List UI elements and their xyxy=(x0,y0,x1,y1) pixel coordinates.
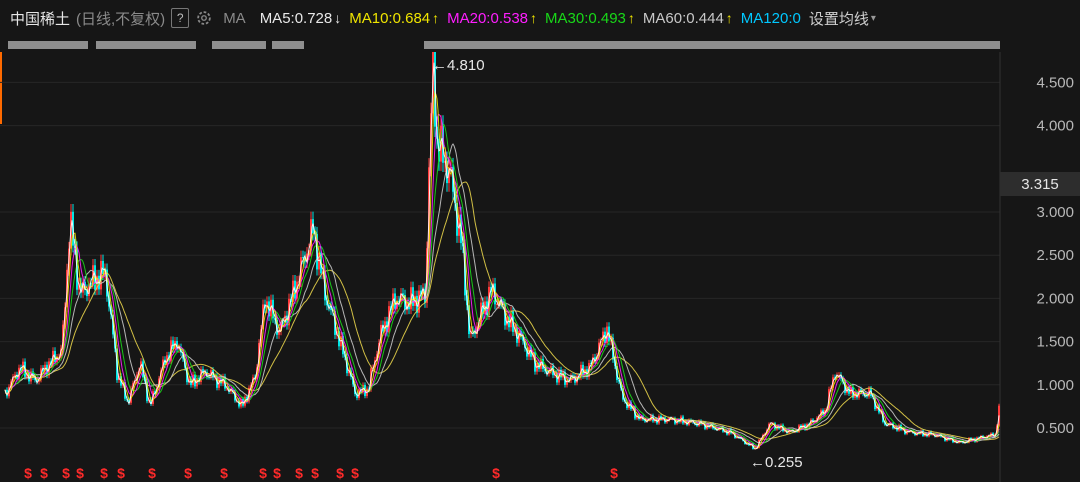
arrow-up-icon: ↑ xyxy=(432,10,440,26)
dividend-marker[interactable]: $ xyxy=(148,465,156,481)
ma-item-2: MA20:0.538 ↑ xyxy=(447,10,537,27)
masked-text-2 xyxy=(212,41,266,49)
ma-value: MA120:0 xyxy=(740,9,801,27)
price-tick-label: 2.500 xyxy=(1036,247,1074,264)
masked-text-1 xyxy=(96,41,196,49)
dividend-marker[interactable]: $ xyxy=(311,465,319,481)
ma-settings-label: 设置均线 xyxy=(808,10,869,28)
masked-text-4 xyxy=(424,41,1000,49)
stock-name[interactable]: 中国稀土 xyxy=(10,8,70,29)
dividend-marker[interactable]: $ xyxy=(117,465,125,481)
ma-value: MA60:0.444 xyxy=(642,9,724,27)
price-tick-label: 2.000 xyxy=(1036,290,1074,307)
dividend-marker[interactable]: $ xyxy=(220,465,228,481)
dividend-marker[interactable]: $ xyxy=(295,465,303,481)
price-tick-label: 4.500 xyxy=(1036,74,1074,91)
ma-label: MA xyxy=(223,9,246,27)
gear-icon[interactable] xyxy=(195,9,213,27)
price-tick-label: 3.000 xyxy=(1036,204,1074,221)
dividend-marker[interactable]: $ xyxy=(336,465,344,481)
ma-item-1: MA10:0.684 ↑ xyxy=(349,10,439,27)
dividend-marker[interactable]: $ xyxy=(100,465,108,481)
ma20-line xyxy=(4,113,1000,447)
chevron-down-icon: ▾ xyxy=(870,12,876,24)
arrow-up-icon: ↑ xyxy=(725,10,733,26)
low-annotation: ←0.255 xyxy=(750,454,803,471)
ma-item-0: MA5:0.728 ↓ xyxy=(260,10,342,27)
dividend-marker[interactable]: $ xyxy=(62,465,70,481)
ma-value: MA5:0.728 xyxy=(259,9,333,27)
ma-value: MA30:0.493 xyxy=(545,9,626,27)
ma-value: MA10:0.684 xyxy=(349,9,431,27)
price-tick-label: 4.000 xyxy=(1036,118,1074,135)
dividend-marker[interactable]: $ xyxy=(184,465,192,481)
price-tick-label: 1.500 xyxy=(1036,334,1074,351)
help-icon[interactable]: ? xyxy=(171,8,190,28)
arrow-down-icon: ↓ xyxy=(334,10,342,26)
ma-item-3: MA30:0.493 ↑ xyxy=(545,10,635,27)
ma-settings-button[interactable]: 设置均线 ▾ xyxy=(809,8,876,29)
masked-text-0 xyxy=(8,41,88,49)
dividend-marker[interactable]: $ xyxy=(492,465,500,481)
price-chart[interactable]: 4.500 4.000 3.000 2.500 2.000 1.500 1.000 0.500… xyxy=(0,52,1080,482)
price-tick-label: 0.500 xyxy=(1036,420,1074,437)
price-tick-label: 1.000 xyxy=(1036,377,1074,394)
arrow-up-icon: ↑ xyxy=(530,10,538,26)
adjust-mode[interactable]: (日线,不复权) xyxy=(76,8,165,29)
dividend-marker[interactable]: $ xyxy=(610,465,618,481)
ma-long-line xyxy=(4,181,1000,441)
current-price-tag: 3.315 xyxy=(1000,172,1080,196)
indicator-strip xyxy=(8,41,1000,49)
dividend-marker[interactable]: $ xyxy=(351,465,359,481)
ma-list: MA5:0.728 ↓ MA10:0.684 ↑ MA20:0.538 ↑ MA30:0.4… xyxy=(252,10,801,27)
ma-value: MA20:0.538 xyxy=(447,9,529,27)
dividend-marker[interactable]: $ xyxy=(273,465,281,481)
chart-header: 中国稀土 (日线,不复权) ? MA MA5:0.728 ↓ MA10:0.684 ↑… xyxy=(0,0,1080,36)
ma-item-5: MA120:0 xyxy=(741,10,801,27)
high-annotation: ←4.810 xyxy=(432,57,485,74)
ma-item-4: MA60:0.444 ↑ xyxy=(643,10,733,27)
arrow-up-icon: ↑ xyxy=(627,10,635,26)
dividend-marker[interactable]: $ xyxy=(259,465,267,481)
dividend-marker[interactable]: $ xyxy=(24,465,32,481)
dividend-marker[interactable]: $ xyxy=(40,465,48,481)
dividend-marker[interactable]: $ xyxy=(76,465,84,481)
masked-text-3 xyxy=(272,41,304,49)
